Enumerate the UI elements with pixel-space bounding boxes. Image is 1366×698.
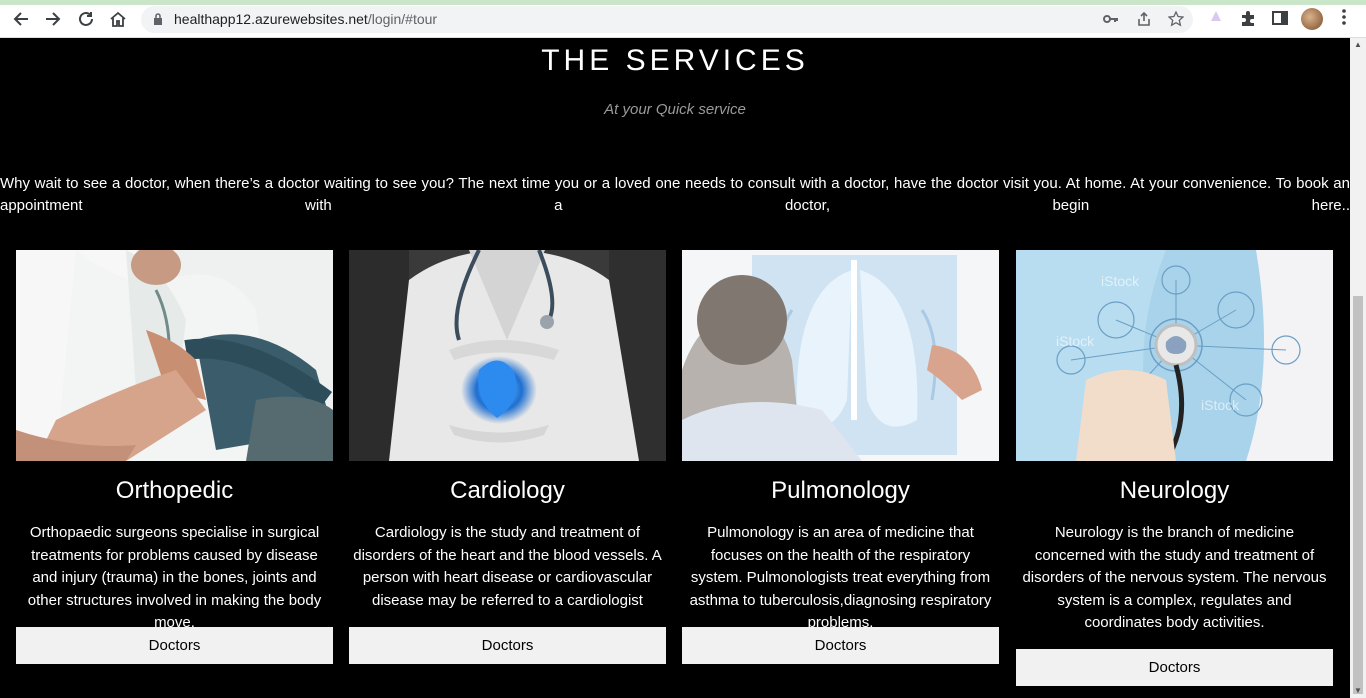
doctors-button-cardiology[interactable]: Doctors — [349, 627, 666, 664]
browser-toolbar: healthapp12.azurewebsites.net/login/#tou… — [0, 0, 1366, 38]
card-description: Pulmonology is an area of medicine that … — [689, 524, 992, 631]
card-description: Orthopaedic surgeons specialise in surgi… — [27, 524, 322, 631]
card-description: Neurology is the branch of medicine conc… — [1022, 524, 1327, 631]
url-host: healthapp12.azurewebsites.net — [174, 11, 368, 27]
section-subtitle: At your Quick service — [604, 101, 746, 118]
page-scrollbar[interactable]: ▲ ▼ — [1350, 38, 1366, 698]
pulmonology-image — [682, 250, 999, 461]
tab-strip-edge — [0, 0, 1366, 5]
url-text[interactable]: healthapp12.azurewebsites.net/login/#tou… — [174, 11, 437, 27]
scroll-up-arrow-icon[interactable]: ▲ — [1350, 38, 1366, 52]
istock-watermark: iStock — [1201, 397, 1240, 413]
istock-watermark: iStock — [1056, 333, 1095, 349]
service-card-pulmonology: Pulmonology Pulmonology is an area of me… — [682, 250, 999, 664]
scroll-down-arrow-icon[interactable]: ▼ — [1350, 684, 1366, 698]
intro-paragraph: Why wait to see a doctor, when there’s a… — [0, 175, 1350, 214]
menu-kebab-icon[interactable] — [1334, 9, 1354, 29]
card-title: Neurology — [1119, 477, 1230, 504]
istock-watermark: iStock — [1101, 273, 1140, 289]
back-icon[interactable] — [9, 8, 33, 30]
card-title: Pulmonology — [771, 477, 910, 504]
forward-icon[interactable] — [41, 8, 65, 30]
bookmark-star-icon[interactable] — [1167, 10, 1185, 29]
doctors-button-pulmonology[interactable]: Doctors — [682, 627, 999, 664]
doctors-button-orthopedic[interactable]: Doctors — [16, 627, 333, 664]
orthopedic-image — [16, 250, 333, 461]
home-icon[interactable] — [106, 8, 130, 30]
share-icon[interactable] — [1135, 11, 1153, 29]
key-icon[interactable] — [1102, 11, 1120, 29]
service-card-neurology: iStock iStock iStock Neurology Neurology… — [1016, 250, 1333, 686]
card-title: Orthopedic — [115, 477, 234, 504]
section-title: THE SERVICES — [541, 44, 809, 77]
neurology-image: iStock iStock iStock — [1016, 250, 1333, 461]
scrollbar-thumb[interactable] — [1353, 296, 1363, 694]
doctors-button-neurology[interactable]: Doctors — [1016, 649, 1333, 686]
reload-icon[interactable] — [74, 8, 98, 30]
url-path: /login/#tour — [367, 11, 438, 27]
extension-triangle-icon[interactable] — [1206, 9, 1226, 29]
service-card-orthopedic: Orthopedic Orthopaedic surgeons speciali… — [16, 250, 333, 664]
cardiology-image — [349, 250, 666, 461]
card-description: Cardiology is the study and treatment of… — [353, 524, 662, 609]
card-title: Cardiology — [450, 477, 565, 504]
services-section: THE SERVICES At your Quick service Why w… — [0, 38, 1350, 698]
profile-avatar[interactable] — [1301, 8, 1323, 30]
lock-icon[interactable] — [153, 12, 163, 26]
extensions-puzzle-icon[interactable] — [1238, 9, 1258, 29]
service-card-cardiology: Cardiology Cardiology is the study and t… — [349, 250, 666, 664]
side-panel-icon[interactable] — [1270, 9, 1290, 29]
address-bar[interactable]: healthapp12.azurewebsites.net/login/#tou… — [141, 6, 1193, 33]
